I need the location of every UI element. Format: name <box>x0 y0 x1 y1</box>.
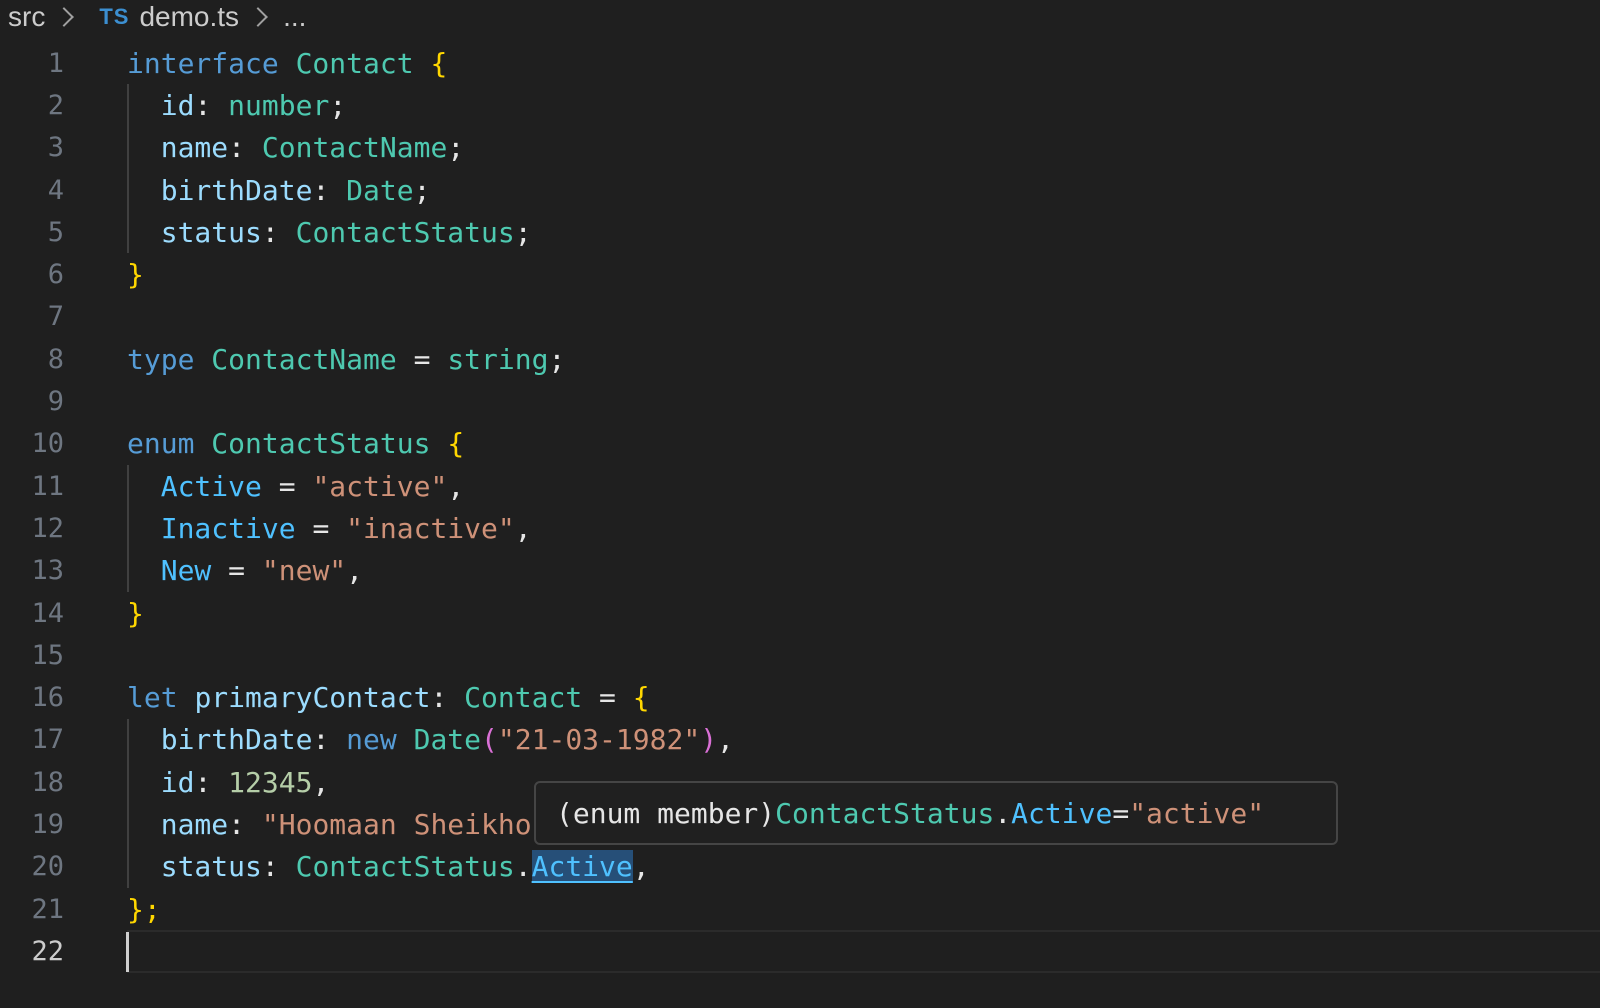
code-line[interactable]: 10 enum ContactStatus { <box>0 423 1600 465</box>
code-line[interactable]: 20 status: ContactStatus.Active, <box>0 845 1600 888</box>
tooltip-enum: ContactStatus <box>775 796 995 830</box>
code-line[interactable]: 17 birthDate: new Date("21-03-1982"), <box>0 718 1600 762</box>
code-line[interactable]: 5 status: ContactStatus; <box>0 211 1600 254</box>
code-line[interactable]: 2 id: number; <box>0 84 1600 127</box>
line-content: birthDate: Date; <box>160 173 431 207</box>
code-line-current[interactable]: 22 <box>0 930 1600 973</box>
line-number: 11 <box>31 470 64 502</box>
line-number: 7 <box>47 301 64 333</box>
line-number: 6 <box>47 259 64 291</box>
line-number: 16 <box>31 682 64 714</box>
code-line[interactable]: 14 } <box>0 592 1600 634</box>
line-number: 3 <box>47 132 64 164</box>
line-content: type ContactName = string; <box>127 342 566 376</box>
code-line[interactable]: 21 }; <box>0 888 1600 930</box>
tooltip-value: "active" <box>1129 796 1265 830</box>
code-line[interactable]: 4 birthDate: Date; <box>0 168 1600 212</box>
line-content: id: 12345, <box>160 765 330 799</box>
line-content: New = "new", <box>160 554 364 588</box>
tooltip-member: Active <box>1011 796 1113 830</box>
line-number: 13 <box>31 555 64 587</box>
line-content: interface Contact { <box>127 46 448 80</box>
line-content: enum ContactStatus { <box>127 427 465 461</box>
line-content: Inactive = "inactive", <box>160 511 532 545</box>
line-content: name: "Hoomaan Sheikho <box>160 807 532 841</box>
line-content: }; <box>127 892 161 926</box>
current-line-highlight <box>127 930 1600 973</box>
text-cursor <box>126 932 129 973</box>
line-number: 22 <box>31 935 64 967</box>
code-line[interactable]: 1 interface Contact { <box>0 42 1600 84</box>
code-line[interactable]: 9 <box>0 380 1600 422</box>
breadcrumb-file[interactable]: demo.ts <box>139 1 239 33</box>
hovered-symbol: Active <box>531 850 633 884</box>
line-number: 15 <box>31 639 64 671</box>
line-number: 4 <box>47 174 64 206</box>
code-line[interactable]: 12 Inactive = "inactive", <box>0 507 1600 550</box>
line-number: 9 <box>47 386 64 418</box>
line-content: id: number; <box>160 88 347 122</box>
line-content: Active = "active", <box>160 469 465 503</box>
tooltip-eq: = <box>1112 796 1130 830</box>
code-line[interactable]: 3 name: ContactName; <box>0 126 1600 169</box>
code-line[interactable]: 16 let primaryContact: Contact = { <box>0 676 1600 718</box>
breadcrumb: src TS demo.ts ... <box>8 0 306 34</box>
tooltip-kind: (enum member) <box>556 796 776 830</box>
line-content: status: ContactStatus; <box>160 215 532 249</box>
line-number: 10 <box>31 428 64 460</box>
tooltip-dot: . <box>994 796 1012 830</box>
line-content: birthDate: new Date("21-03-1982"), <box>160 723 734 757</box>
line-number: 17 <box>31 724 64 756</box>
chevron-right-icon <box>54 7 75 27</box>
code-line[interactable]: 15 <box>0 634 1600 676</box>
line-number: 19 <box>31 808 64 840</box>
hover-tooltip: (enum member) ContactStatus. Active = "ac… <box>534 781 1338 845</box>
line-content: } <box>127 596 144 630</box>
line-content: let primaryContact: Contact = { <box>127 681 650 715</box>
chevron-right-icon <box>248 7 268 27</box>
code-line[interactable]: 7 <box>0 296 1600 338</box>
line-number: 2 <box>47 89 64 121</box>
code-line[interactable]: 11 Active = "active", <box>0 464 1600 508</box>
line-number: 1 <box>47 47 64 79</box>
line-number: 5 <box>47 216 64 248</box>
line-content: name: ContactName; <box>160 131 465 165</box>
line-number: 18 <box>31 766 64 798</box>
line-number: 14 <box>31 597 64 629</box>
line-number: 20 <box>31 851 64 883</box>
breadcrumb-folder[interactable]: src <box>8 1 45 33</box>
code-line[interactable]: 6 } <box>0 253 1600 295</box>
breadcrumb-more[interactable]: ... <box>283 1 306 33</box>
line-number: 8 <box>47 343 64 375</box>
typescript-file-icon: TS <box>99 4 130 29</box>
line-number: 12 <box>31 512 64 544</box>
line-content: status: ContactStatus.Active, <box>160 850 650 884</box>
line-number: 21 <box>31 893 64 925</box>
code-line[interactable]: 13 New = "new", <box>0 549 1600 592</box>
line-content: } <box>127 258 144 292</box>
code-line[interactable]: 8 type ContactName = string; <box>0 338 1600 380</box>
